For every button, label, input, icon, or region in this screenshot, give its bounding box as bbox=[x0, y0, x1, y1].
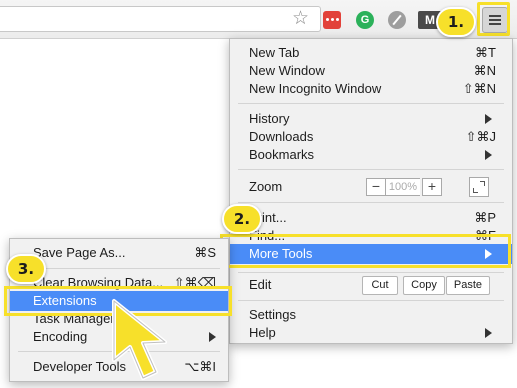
extension-compass-icon[interactable] bbox=[388, 11, 406, 29]
menu-item-label: New Window bbox=[249, 63, 325, 78]
menu-item-history[interactable]: History bbox=[230, 110, 512, 128]
menu-item-label: Settings bbox=[249, 307, 296, 322]
menu-item-help[interactable]: Help bbox=[230, 324, 512, 342]
menu-item-label: Edit bbox=[249, 277, 272, 292]
menu-item-settings[interactable]: Settings bbox=[230, 306, 512, 324]
chevron-right-icon bbox=[485, 150, 492, 160]
address-bar[interactable] bbox=[0, 6, 321, 32]
chevron-right-icon bbox=[485, 114, 492, 124]
menu-item-label: Encoding bbox=[33, 329, 88, 344]
menu-separator bbox=[238, 300, 504, 301]
menu-separator bbox=[238, 272, 504, 273]
zoom-level: 100% bbox=[386, 178, 420, 196]
menu-item-shortcut: ⌥⌘I bbox=[184, 359, 216, 374]
menu-item-new-incognito[interactable]: New Incognito Window ⇧⌘N bbox=[230, 80, 512, 98]
menu-item-shortcut: ⌘T bbox=[475, 45, 496, 60]
menu-item-shortcut: ⇧⌘N bbox=[462, 81, 496, 96]
menu-item-label: Save Page As... bbox=[33, 245, 126, 260]
menu-separator bbox=[238, 103, 504, 104]
zoom-out-button[interactable]: − bbox=[366, 178, 386, 196]
cut-button[interactable]: Cut bbox=[362, 276, 398, 295]
extension-red-icon[interactable] bbox=[323, 11, 341, 29]
extension-grammarly-icon[interactable]: G bbox=[356, 11, 374, 29]
chevron-right-icon bbox=[209, 332, 216, 342]
step-1-badge: 1. bbox=[436, 7, 476, 37]
menu-item-shortcut: ⌘P bbox=[474, 210, 496, 225]
menu-button-highlight bbox=[477, 2, 510, 36]
menu-item-shortcut: ⌘N bbox=[473, 63, 496, 78]
menu-item-label: Bookmarks bbox=[249, 147, 315, 162]
menu-item-downloads[interactable]: Downloads ⇧⌘J bbox=[230, 128, 512, 146]
menu-item-new-tab[interactable]: New Tab ⌘T bbox=[230, 44, 512, 62]
menu-item-label: Help bbox=[249, 325, 276, 340]
more-tools-highlight bbox=[220, 234, 511, 268]
menu-item-bookmarks[interactable]: Bookmarks bbox=[230, 146, 512, 164]
mouse-pointer-icon bbox=[112, 299, 167, 380]
step-3-badge: 3. bbox=[6, 254, 46, 284]
menu-item-shortcut: ⌘S bbox=[194, 245, 216, 260]
chevron-right-icon bbox=[485, 328, 492, 338]
menu-item-edit: Edit Cut Copy Paste bbox=[230, 276, 512, 295]
menu-item-label: Downloads bbox=[249, 129, 314, 144]
menu-separator bbox=[18, 268, 220, 269]
menu-separator bbox=[238, 169, 504, 170]
menu-item-print[interactable]: Print... ⌘P bbox=[230, 209, 512, 227]
menu-separator bbox=[238, 202, 504, 203]
zoom-in-button[interactable]: + bbox=[422, 178, 442, 196]
menu-item-label: New Tab bbox=[249, 45, 300, 60]
menu-item-label: Zoom bbox=[249, 179, 283, 194]
menu-item-label: New Incognito Window bbox=[249, 81, 382, 96]
paste-button[interactable]: Paste bbox=[446, 276, 490, 295]
step-2-badge: 2. bbox=[222, 204, 262, 234]
menu-item-label: History bbox=[249, 111, 290, 126]
menu-item-new-window[interactable]: New Window ⌘N bbox=[230, 62, 512, 80]
chrome-main-menu: New Tab ⌘T New Window ⌘N New Incognito W… bbox=[229, 38, 513, 344]
copy-button[interactable]: Copy bbox=[403, 276, 445, 295]
star-icon[interactable]: ☆ bbox=[292, 9, 309, 29]
fullscreen-icon[interactable] bbox=[469, 177, 489, 197]
menu-item-shortcut: ⇧⌘J bbox=[465, 129, 496, 144]
